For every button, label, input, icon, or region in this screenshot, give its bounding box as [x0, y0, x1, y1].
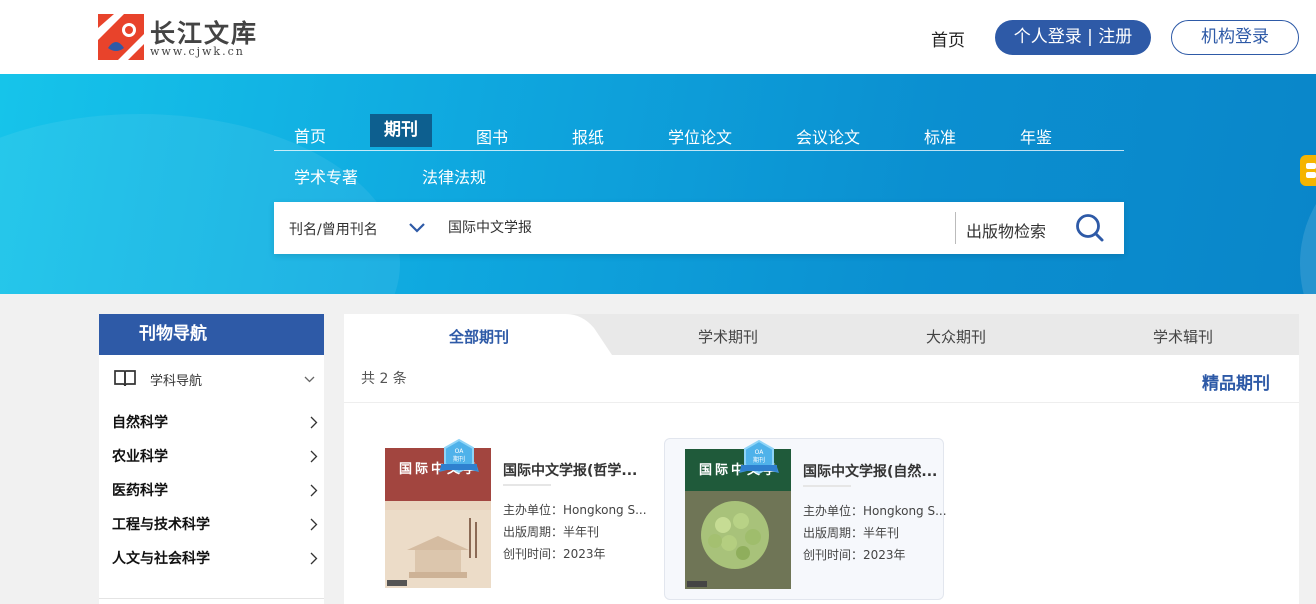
- journal-list-panel: 全部期刊 学术期刊 大众期刊 学术辑刊 共 2 条 精品期刊 国际中文学 OA: [344, 314, 1299, 604]
- nav-item-yearbooks[interactable]: 年鉴: [1020, 124, 1052, 148]
- section-title: 精品期刊: [1202, 374, 1270, 394]
- journal-card[interactable]: 国际中文学 OA 期刊 国际中文学报(自然... 主办单位：Hongkong S…: [664, 438, 947, 600]
- sidebar-item-label: 自然科学: [112, 415, 168, 431]
- chevron-right-icon: [310, 416, 318, 429]
- sidebar-item-agricultural-science[interactable]: 农业科学: [99, 439, 324, 473]
- chevron-down-icon: [304, 376, 315, 383]
- journal-title[interactable]: 国际中文学报(自然...: [803, 461, 937, 481]
- nav-item-journals[interactable]: 期刊: [370, 114, 432, 147]
- floating-side-tab[interactable]: [1300, 155, 1316, 186]
- search-banner: [0, 74, 1316, 294]
- section-divider: [344, 402, 1299, 403]
- journal-publisher: 主办单位：Hongkong S...: [503, 503, 647, 517]
- journal-period: 出版周期：半年刊: [503, 525, 600, 539]
- sidebar-item-label: 医药科学: [112, 483, 168, 499]
- nav-divider: [274, 150, 1124, 151]
- nav-item-conference-papers[interactable]: 会议论文: [796, 124, 860, 148]
- svg-text:OA: OA: [755, 449, 765, 456]
- nav-item-standards[interactable]: 标准: [924, 124, 956, 148]
- header-home-link[interactable]: 首页: [931, 26, 965, 51]
- search-bar: 刊名/曾用刊名 出版物检索: [274, 202, 1124, 254]
- svg-text:OA: OA: [455, 448, 465, 455]
- journal-founded: 创刊时间：2023年: [503, 547, 606, 561]
- logo-mark-icon: [98, 14, 144, 60]
- site-logo[interactable]: 长江文库 www.cjwk.cn: [98, 12, 268, 62]
- sidebar-item-engineering[interactable]: 工程与技术科学: [99, 507, 324, 541]
- nav-item-books[interactable]: 图书: [476, 124, 508, 148]
- search-type-select[interactable]: 刊名/曾用刊名: [289, 219, 378, 239]
- svg-text:期刊: 期刊: [453, 455, 465, 463]
- search-icon[interactable]: [1074, 212, 1106, 244]
- tab-academic-journals[interactable]: 学术期刊: [698, 326, 758, 347]
- sidebar-item-medical-science[interactable]: 医药科学: [99, 473, 324, 507]
- nav-item-monographs[interactable]: 学术专著: [294, 164, 358, 188]
- sidebar-item-humanities[interactable]: 人文与社会科学: [99, 541, 324, 575]
- sidebar-item-label: 人文与社会科学: [112, 551, 210, 567]
- journal-title[interactable]: 国际中文学报(哲学...: [503, 460, 637, 480]
- chevron-right-icon: [310, 484, 318, 497]
- journal-type-tabs: 全部期刊 学术期刊 大众期刊 学术辑刊: [344, 314, 1299, 355]
- tab-all-journals[interactable]: 全部期刊: [449, 326, 509, 347]
- sidebar-item-label: 工程与技术科学: [112, 517, 210, 533]
- nav-item-home[interactable]: 首页: [294, 123, 326, 147]
- tab-popular-journals[interactable]: 大众期刊: [926, 326, 986, 347]
- sidebar-item-label: 农业科学: [112, 449, 168, 465]
- site-header: 长江文库 www.cjwk.cn 首页 个人登录 | 注册 机构登录: [0, 0, 1316, 74]
- journal-card[interactable]: 国际中文学 OA 期刊 国际中文学报(哲学... 主办单位：Hongkong S…: [365, 438, 647, 600]
- institution-login-button[interactable]: 机构登录: [1171, 20, 1299, 55]
- sidebar-divider: [99, 598, 324, 599]
- tab-academic-collections[interactable]: 学术辑刊: [1153, 326, 1213, 347]
- nav-item-laws[interactable]: 法律法规: [422, 164, 486, 188]
- oa-badge-icon: OA 期刊: [439, 438, 479, 474]
- subject-navigation-label: 学科导航: [150, 374, 203, 389]
- chevron-right-icon: [310, 450, 318, 463]
- search-divider: [955, 212, 956, 244]
- result-count: 共 2 条: [361, 371, 407, 387]
- title-underline: [803, 485, 851, 487]
- subject-navigation-toggle[interactable]: 学科导航: [99, 355, 324, 403]
- personal-login-button[interactable]: 个人登录 | 注册: [995, 20, 1151, 55]
- sidebar-item-natural-science[interactable]: 自然科学: [99, 405, 324, 439]
- publication-search-label[interactable]: 出版物检索: [966, 218, 1046, 242]
- logo-url: www.cjwk.cn: [150, 45, 245, 58]
- journal-publisher: 主办单位：Hongkong S...: [803, 504, 947, 518]
- chevron-right-icon: [310, 518, 318, 531]
- search-input[interactable]: [448, 219, 948, 235]
- cover-art: [385, 510, 491, 588]
- book-icon: [114, 370, 136, 387]
- chevron-right-icon: [310, 552, 318, 565]
- sidebar-title: 刊物导航: [99, 314, 324, 355]
- nav-item-newspapers[interactable]: 报纸: [572, 124, 604, 148]
- title-underline: [503, 484, 551, 486]
- cover-art: [685, 491, 791, 589]
- journal-founded: 创刊时间：2023年: [803, 548, 906, 562]
- chevron-down-icon[interactable]: [408, 222, 426, 234]
- journal-navigation-sidebar: 刊物导航 学科导航 自然科学 农业科学 医药科学 工程与技术科学 人文与社会科学: [99, 314, 324, 604]
- svg-text:期刊: 期刊: [753, 456, 765, 464]
- nav-item-dissertations[interactable]: 学位论文: [668, 124, 732, 148]
- journal-period: 出版周期：半年刊: [803, 526, 900, 540]
- oa-badge-icon: OA 期刊: [739, 439, 779, 475]
